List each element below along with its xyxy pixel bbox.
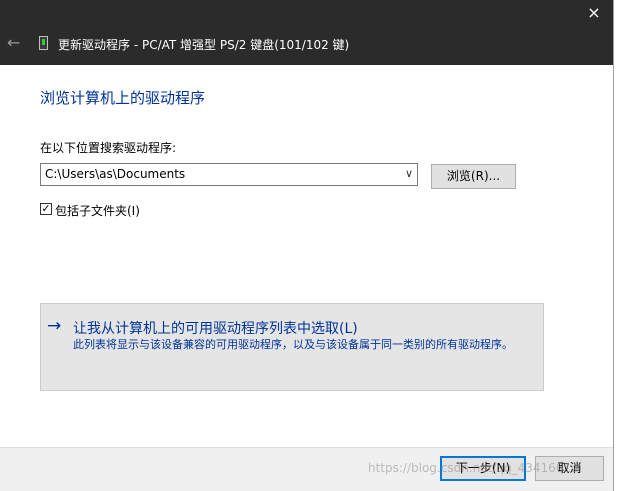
device-icon (39, 36, 48, 50)
arrow-right-icon: → (47, 316, 62, 336)
path-value[interactable]: C:\Users\as\Documents (45, 167, 185, 181)
window-title: 更新驱动程序 - PC/AT 增强型 PS/2 键盘(101/102 键) (58, 38, 350, 52)
path-combobox[interactable]: C:\Users\as\Documents ∨ (40, 163, 418, 186)
watermark-text: https://blog.csdn.net/qq_43416612 (368, 461, 579, 475)
back-button[interactable]: ← (7, 34, 25, 52)
pick-from-list-title[interactable]: 让我从计算机上的可用驱动程序列表中选取(L) (73, 318, 358, 338)
search-location-label: 在以下位置搜索驱动程序: (40, 141, 177, 155)
browse-button[interactable]: 浏览(R)... (431, 164, 516, 189)
pick-from-list-description: 此列表将显示与该设备兼容的可用驱动程序，以及与该设备属于同一类别的所有驱动程序。 (73, 338, 513, 351)
page-heading: 浏览计算机上的驱动程序 (40, 89, 206, 107)
title-bar: × ← 更新驱动程序 - PC/AT 增强型 PS/2 键盘(101/102 键… (0, 0, 613, 65)
close-icon: × (587, 3, 601, 22)
close-button[interactable]: × (585, 4, 603, 22)
pick-from-list-link[interactable]: → 让我从计算机上的可用驱动程序列表中选取(L) 此列表将显示与该设备兼容的可用… (40, 303, 544, 391)
back-arrow-icon: ← (7, 33, 21, 52)
checkbox-checked-icon[interactable]: ✓ (40, 203, 52, 215)
update-driver-dialog: × ← 更新驱动程序 - PC/AT 增强型 PS/2 键盘(101/102 键… (0, 0, 614, 491)
include-subfolders-label: 包括子文件夹(I) (55, 204, 140, 218)
chevron-down-icon[interactable]: ∨ (405, 167, 413, 180)
